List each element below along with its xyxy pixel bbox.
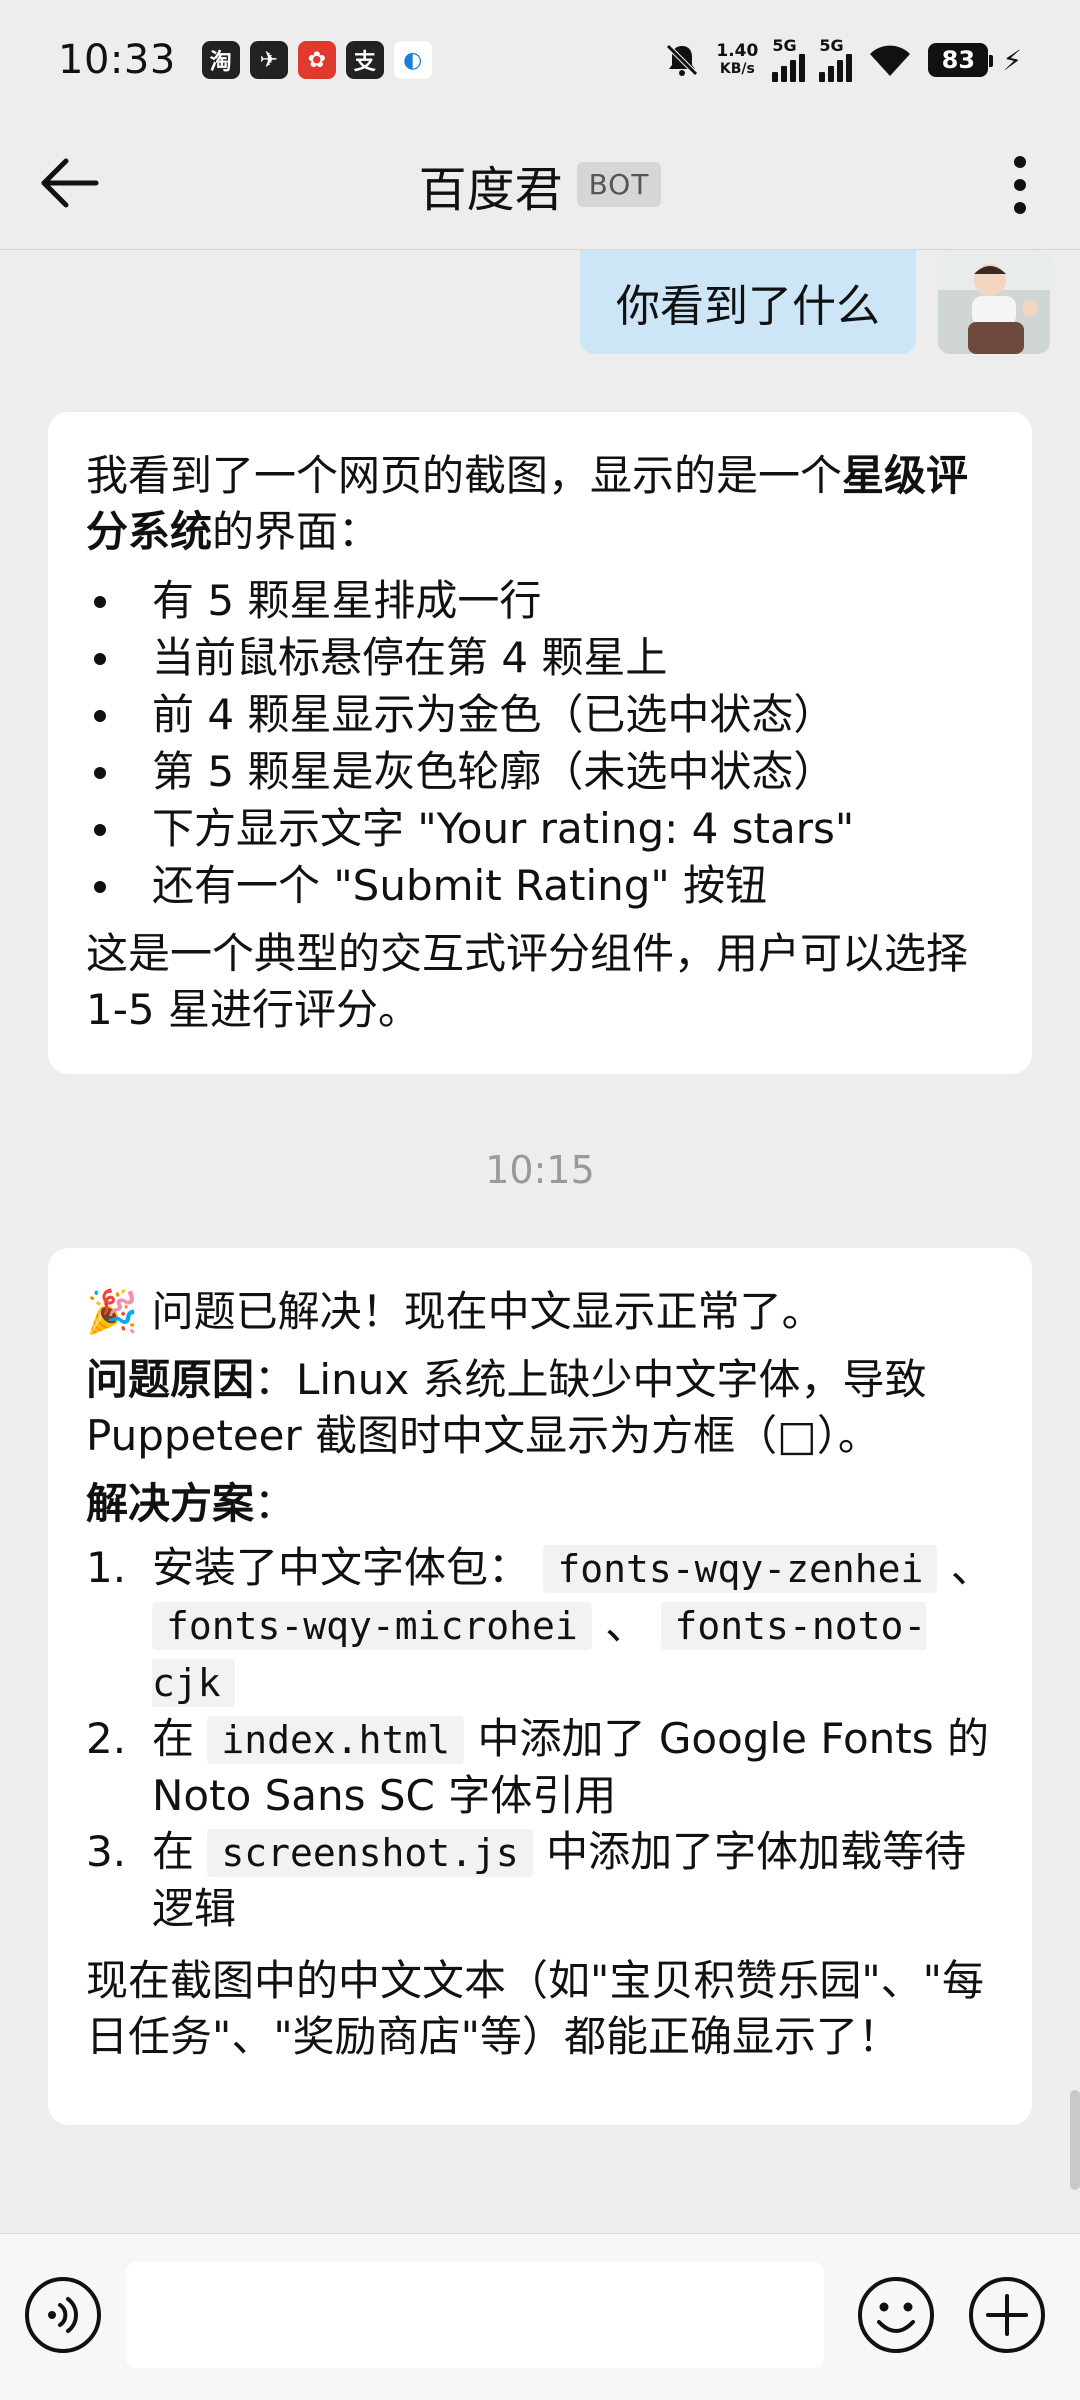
sim1-label: 5G [772,36,797,55]
intro-text: 我看到了一个网页的截图，显示的是一个 [86,451,843,500]
message-timestamp: 10:15 [485,1148,595,1192]
list-item: 还有一个 "Submit Rating" 按钮 [86,857,994,914]
message-input[interactable] [126,2262,824,2368]
bot-reply-card[interactable]: 我看到了一个网页的截图，显示的是一个星级评分系统的界面： 有 5 颗星星排成一行… [48,412,1032,1074]
network-speed: 1.40 KB/s [716,42,758,78]
list-item: 1. 安装了中文字体包： fonts-wqy-zenhei 、 fonts-wq… [86,1540,994,1711]
add-attachment-icon[interactable] [966,2274,1048,2356]
alipay-icon: 支 [345,41,384,79]
user-message-bubble[interactable]: 你看到了什么 [580,250,916,354]
scrollbar[interactable] [1070,2090,1080,2190]
input-bar [0,2233,1080,2400]
list-item: 当前鼠标悬停在第 4 颗星上 [86,629,994,686]
status-right: 1.40 KB/s 5G 5G 83 ⚡ [662,36,1022,82]
code-snippet: fonts-wqy-zenhei [543,1545,938,1593]
chat-area[interactable]: 你看到了什么 我看到了一个网页的截图，显示的是一个星级评分系统的界面： 有 5 … [0,250,1080,2233]
separator: 、 [605,1600,648,1649]
separator: 、 [950,1543,993,1592]
headline-text: 问题已解决！现在中文显示正常了。 [151,1287,824,1336]
code-snippet: index.html [207,1716,465,1764]
status-time: 10:33 [58,37,176,83]
signal-sim1-icon: 5G [772,36,806,82]
charging-icon: ⚡ [1002,43,1022,77]
step-text: 安装了中文字体包： [152,1543,531,1592]
bot-reply-outro: 现在截图中的中文文本（如"宝贝积赞乐园"、"每日任务"、"奖励商店"等）都能正确… [86,1956,984,2061]
signal-sim2-icon: 5G [819,36,853,82]
headline: 🎉 问题已解决！现在中文显示正常了。 [86,1284,994,1340]
battery-level: 83 [941,46,976,74]
voice-input-icon[interactable] [22,2274,104,2356]
code-snippet: screenshot.js [207,1829,533,1877]
user-avatar[interactable] [938,250,1050,354]
solution-label: 解决方案 [86,1479,255,1528]
step-number: 1. [86,1543,127,1592]
list-item: 前 4 颗星显示为金色（已选中状态） [86,686,994,743]
network-speed-value: 1.40 [716,41,759,61]
flower-app-icon: ✿ [297,41,336,79]
wifi-icon [870,45,911,76]
network-speed-unit: KB/s [719,61,755,77]
notification-icons: 淘 ✈ ✿ 支 ◐ [201,41,432,79]
list-item: 第 5 颗星是灰色轮廓（未选中状态） [86,743,994,800]
cause-label: 问题原因 [86,1355,255,1404]
bot-reply-intro: 我看到了一个网页的截图，显示的是一个星级评分系统的界面： [86,448,994,560]
list-item: 3. 在 screenshot.js 中添加了字体加载等待逻辑 [86,1824,994,1937]
more-options-icon[interactable] [990,150,1050,220]
list-item: 有 5 颗星星排成一行 [86,572,994,629]
party-icon: 🎉 [86,1287,139,1336]
step-number: 3. [86,1827,127,1876]
status-bar: 10:33 淘 ✈ ✿ 支 ◐ 1.40 KB/s 5G 5G 83 ⚡ [0,0,1080,120]
solution-steps: 1. 安装了中文字体包： fonts-wqy-zenhei 、 fonts-wq… [86,1540,994,1937]
chat-header: 百度君 BOT [0,120,1080,250]
chat-title: 百度君 [418,161,563,218]
bullet-list: 有 5 颗星星排成一行 当前鼠标悬停在第 4 颗星上 前 4 颗星显示为金色（已… [86,572,994,914]
bot-reply-card[interactable]: 🎉 问题已解决！现在中文显示正常了。 问题原因：Linux 系统上缺少中文字体，… [48,1248,1032,2125]
intro-text-end: 的界面： [212,507,381,556]
step-number: 2. [86,1714,127,1763]
telegram-icon: ✈ [249,41,288,79]
user-message-row: 你看到了什么 [580,250,1050,354]
browser-app-icon: ◐ [393,41,432,79]
cause-paragraph: 问题原因：Linux 系统上缺少中文字体，导致 Puppeteer 截图时中文显… [86,1352,994,1464]
list-item: 2. 在 index.html 中添加了 Google Fonts 的 Noto… [86,1711,994,1824]
solution-colon: ： [254,1479,297,1528]
status-left: 10:33 淘 ✈ ✿ 支 ◐ [58,37,432,83]
emoji-icon[interactable] [855,2274,937,2356]
code-snippet: fonts-wqy-microhei [152,1602,592,1650]
step-text: 在 [152,1827,195,1876]
sim2-label: 5G [819,36,844,55]
battery-icon: 83 [928,43,994,77]
back-arrow-icon[interactable] [36,148,106,218]
taobao-icon: 淘 [201,41,240,79]
step-text: 在 [152,1714,195,1763]
list-item: 下方显示文字 "Your rating: 4 stars" [86,800,994,857]
solution-heading: 解决方案： [86,1476,994,1532]
bell-off-icon [666,44,699,76]
bot-reply-outro: 这是一个典型的交互式评分组件，用户可以选择1-5 星进行评分。 [86,929,969,1034]
bot-badge: BOT [576,162,662,207]
